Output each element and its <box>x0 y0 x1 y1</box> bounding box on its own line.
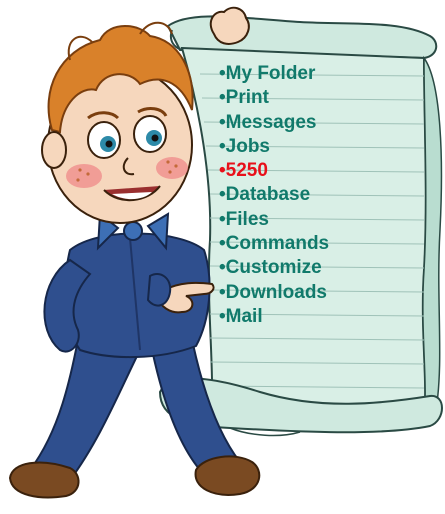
menu-item-label: Customize <box>225 257 322 279</box>
menu-item-label: Files <box>225 208 269 230</box>
bullet: • <box>219 87 226 109</box>
menu-item-label: Print <box>225 87 269 109</box>
menu-item-label: Mail <box>225 305 263 327</box>
bullet: • <box>219 184 226 206</box>
bullet: • <box>219 208 226 230</box>
menu-item-downloads[interactable]: •Downloads <box>219 281 419 305</box>
scroll-menu-list: •My Folder •Print •Messages •Jobs •5250 … <box>219 62 419 329</box>
menu-item-label: My Folder <box>225 63 316 84</box>
menu-item-jobs[interactable]: •Jobs <box>219 135 419 159</box>
bullet: • <box>219 233 226 255</box>
menu-item-mail[interactable]: •Mail <box>219 305 419 329</box>
menu-item-label: Jobs <box>225 135 271 157</box>
illustration-scene: •My Folder •Print •Messages •Jobs •5250 … <box>0 0 445 514</box>
menu-item-label: Commands <box>225 233 330 255</box>
menu-item-print[interactable]: •Print <box>219 86 419 110</box>
bullet: • <box>219 257 226 279</box>
menu-item-label: Downloads <box>225 281 327 303</box>
menu-item-messages[interactable]: •Messages <box>219 111 419 135</box>
bullet: • <box>219 305 226 327</box>
bullet: • <box>219 63 226 84</box>
menu-item-customize[interactable]: •Customize <box>219 256 419 280</box>
menu-item-label: Database <box>225 184 311 206</box>
bullet: • <box>219 135 226 157</box>
bullet: • <box>219 160 226 182</box>
menu-item-label: Messages <box>225 111 317 133</box>
bullet: • <box>219 111 226 133</box>
bullet: • <box>219 281 226 303</box>
menu-item-files[interactable]: •Files <box>219 208 419 232</box>
menu-item-5250[interactable]: •5250 <box>219 159 419 183</box>
menu-item-my-folder[interactable]: •My Folder <box>219 62 419 86</box>
menu-item-label: 5250 <box>225 160 268 182</box>
menu-item-database[interactable]: •Database <box>219 183 419 207</box>
menu-item-commands[interactable]: •Commands <box>219 232 419 256</box>
